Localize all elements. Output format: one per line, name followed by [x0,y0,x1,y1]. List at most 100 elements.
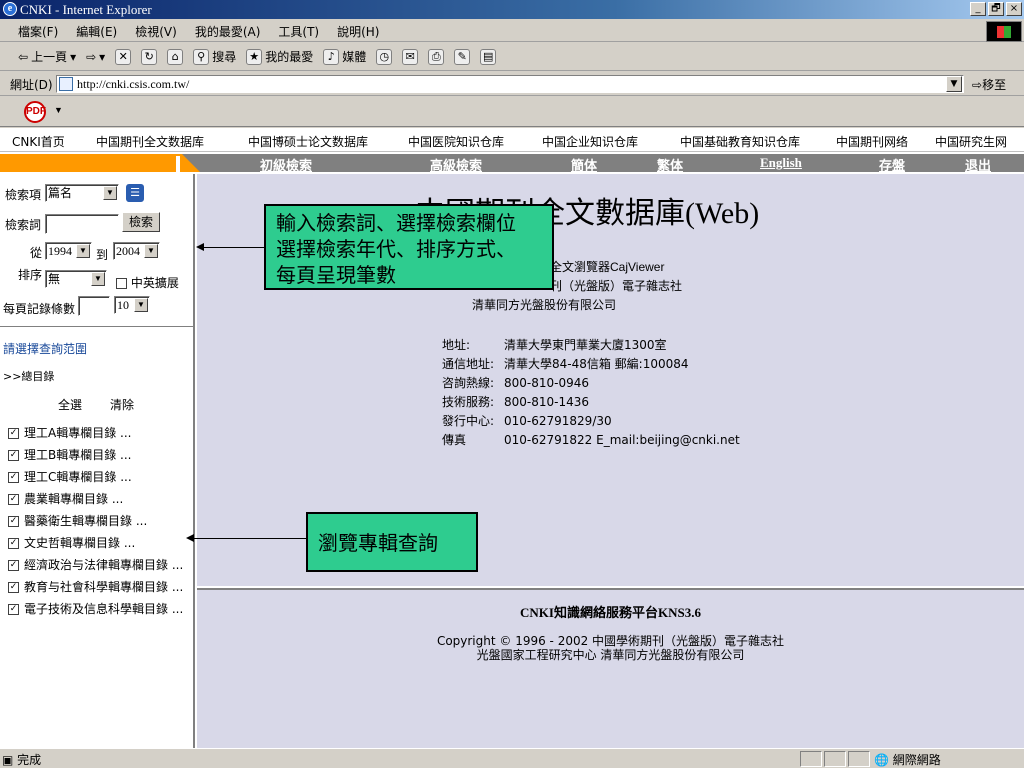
checkbox-checked[interactable]: ✓ [8,472,19,483]
ext-checkbox[interactable] [116,278,127,289]
page-content: CNKI首页 中国期刊全文数据库 中国博硕士论文数据库 中国医院知识仓库 中国企… [0,128,1024,748]
per-page-input[interactable] [78,296,110,316]
refresh-icon[interactable]: ↻ [141,48,158,65]
checkbox-checked[interactable]: ✓ [8,560,19,571]
nav-english[interactable]: English [760,155,802,171]
home-icon[interactable]: ⌂ [167,48,184,65]
nav-basic-edu[interactable]: 中国基础教育知识仓库 [680,133,800,150]
window-title: CNKI - Internet Explorer [20,2,152,17]
divider [0,326,195,327]
nav-journal-db[interactable]: 中国期刊全文数据库 [96,133,204,150]
chevron-down-icon: ▼ [134,298,148,312]
term-label: 檢索詞 [5,218,42,232]
info-row: 通信地址: 清華大學84-48信箱 郵編:100084 [442,357,689,371]
maximize-button[interactable]: 🗗 [988,2,1004,16]
sort-select[interactable]: 無 ▼ [45,270,107,288]
acrobat-icon[interactable]: PDF [24,101,46,123]
list-item[interactable]: ✓ 農業輯專欄目錄 ... [8,490,123,507]
address-label: 網址(D) [10,78,53,92]
copyright-org-line: 光盤國家工程研究中心 清華同方光盤股份有限公司 [476,648,745,662]
list-item[interactable]: ✓ 經濟政治与法律輯專欄目錄 ... [8,556,183,573]
list-item[interactable]: ✓ 電子技術及信息科學輯目錄 ... [8,600,183,617]
search-button[interactable]: ⚲ 搜尋 [193,48,236,65]
publisher-line: 刊（光盤版）電子雜志社 [550,279,683,293]
chevron-down-icon: ▼ [144,244,158,258]
sub-nav: 初級檢索 高級檢索 簡体 繁体 English 存盤 退出 [200,154,1024,174]
field-select[interactable]: 篇名 ▼ [45,184,119,202]
menu-favorites[interactable]: 我的最愛(A) [195,23,261,40]
per-page-label: 每頁記錄條數 [3,302,76,316]
nav-enterprise[interactable]: 中国企业知识仓库 [542,133,638,150]
stop-icon[interactable]: ✕ [115,48,132,65]
select-all-link[interactable]: 全選 [58,396,82,413]
list-icon[interactable]: ☰ [126,184,144,202]
per-page-select[interactable]: 10 ▼ [114,296,150,314]
nav-grad-net[interactable]: 中国研究生网 [935,133,1007,150]
sort-label: 排序 [18,268,43,282]
search-submit-button[interactable]: 檢索 [122,212,160,232]
to-label: 到 [96,248,109,262]
list-item[interactable]: ✓ 理工C輯專欄目錄 ... [8,468,132,485]
print-icon[interactable]: ⎙ [428,48,445,65]
checkbox-checked[interactable]: ✓ [8,582,19,593]
ext-option[interactable]: 中英擴展 [116,274,179,291]
address-input[interactable]: http://cnki.csis.com.tw/ [56,75,964,93]
nav-save[interactable]: 存盤 [879,155,905,174]
clear-link[interactable]: 清除 [110,396,134,413]
address-dropdown-icon[interactable]: ▼ [946,76,962,92]
close-button[interactable]: × [1006,2,1022,16]
list-item[interactable]: ✓ 理工A輯專欄目錄 ... [8,424,131,441]
favorites-button[interactable]: ★ 我的最愛 [246,48,313,65]
checkbox-checked[interactable]: ✓ [8,450,19,461]
list-item[interactable]: ✓ 教育与社會科學輯專欄目錄 ... [8,578,183,595]
nav-cnki-home[interactable]: CNKI首页 [12,133,65,150]
scope-root[interactable]: >>總目錄 [3,368,54,384]
go-button[interactable]: ⇨移至 [972,76,1006,93]
from-year-select[interactable]: 1994 ▼ [45,242,92,260]
callout-arrow [196,243,264,251]
nav-thesis-db[interactable]: 中国博硕士论文数据库 [248,133,368,150]
checkbox-checked[interactable]: ✓ [8,494,19,505]
edit-icon[interactable]: ✎ [454,48,471,65]
back-arrow-icon: ⇦ [18,49,29,64]
nav-advanced-search[interactable]: 高級檢索 [430,155,482,174]
list-item[interactable]: ✓ 文史哲輯專欄目錄 ... [8,534,135,551]
nav-simplified[interactable]: 簡体 [571,155,597,174]
scope-title: 請選擇查詢范圍 [3,342,88,356]
footer: CNKI知識網絡服務平台KNS3.6 Copyright © 1996 - 20… [197,588,1024,748]
checkbox-checked[interactable]: ✓ [8,604,19,615]
chevron-down-icon: ▼ [103,186,117,200]
top-nav: CNKI首页 中国期刊全文数据库 中国博硕士论文数据库 中国医院知识仓库 中国企… [0,128,1024,152]
mail-icon[interactable]: ✉ [402,48,419,65]
menu-edit[interactable]: 編輯(E) [76,23,117,40]
platform-name: CNKI知識網絡服務平台KNS3.6 [520,605,701,620]
status-text: ▣ 完成 [2,753,42,767]
checkbox-checked[interactable]: ✓ [8,428,19,439]
to-year-select[interactable]: 2004 ▼ [113,242,160,260]
minimize-button[interactable]: _ [970,2,986,16]
back-button[interactable]: ⇦ 上一頁 ▾ [18,48,76,65]
menu-tools[interactable]: 工具(T) [278,23,319,40]
list-item[interactable]: ✓ 理工B輯專欄目錄 ... [8,446,132,463]
list-item[interactable]: ✓ 醫藥衛生輯專欄目錄 ... [8,512,147,529]
discuss-icon[interactable]: ▤ [480,48,497,65]
checkbox-checked[interactable]: ✓ [8,516,19,527]
page-icon [59,77,73,91]
menu-file[interactable]: 檔案(F) [18,23,58,40]
nav-journal-net[interactable]: 中国期刊网络 [836,133,908,150]
nav-basic-search[interactable]: 初級檢索 [260,155,312,174]
page-done-icon: ▣ [2,753,14,767]
menu-help[interactable]: 說明(H) [337,23,379,40]
term-input[interactable] [45,214,119,234]
forward-button[interactable]: ⇨ ▾ [86,50,105,64]
info-row: 傳真 010-62791822 E_mail:beijing@cnki.net [442,433,740,447]
history-icon[interactable]: ◷ [376,48,393,65]
menu-view[interactable]: 檢視(V) [135,23,177,40]
nav-exit[interactable]: 退出 [965,155,991,174]
nav-hospital[interactable]: 中国医院知识仓库 [408,133,504,150]
nav-traditional[interactable]: 繁体 [657,155,683,174]
chevron-down-icon[interactable]: ▼ [54,105,63,115]
checkbox-checked[interactable]: ✓ [8,538,19,549]
media-button[interactable]: ♪ 媒體 [323,48,366,65]
ie-window: e CNKI - Internet Explorer _ 🗗 × 檔案(F) 編… [0,0,1024,768]
